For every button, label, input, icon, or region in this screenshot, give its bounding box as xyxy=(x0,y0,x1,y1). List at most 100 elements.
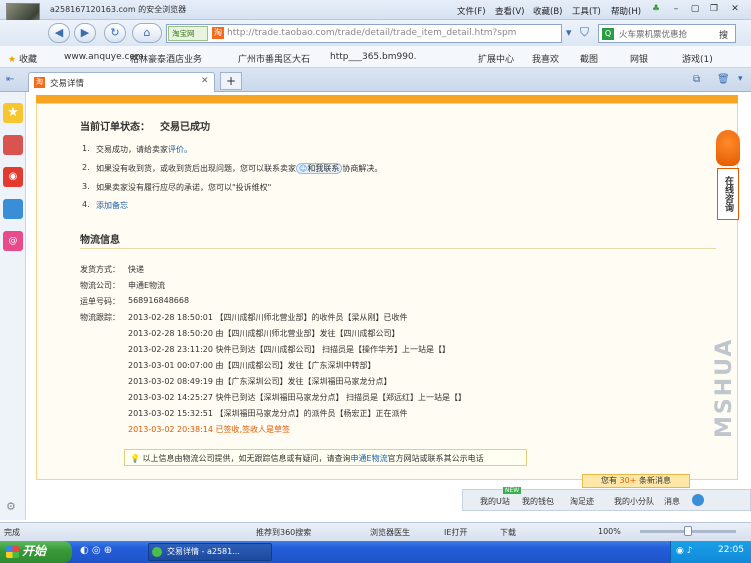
tracking-time: 2013-02-28 18:50:01 xyxy=(128,313,213,322)
add-memo-link[interactable]: 添加备忘 xyxy=(96,200,128,211)
notice-pre: 您有 xyxy=(601,476,617,485)
app-side-icon[interactable]: @ xyxy=(3,231,23,251)
close-icon[interactable]: ✕ xyxy=(727,3,743,17)
skin-icon[interactable]: ♣ xyxy=(648,3,664,17)
back-button[interactable]: ◀ xyxy=(48,23,70,43)
minimize-icon[interactable]: – xyxy=(668,3,684,17)
tracking-row: 2013-02-28 18:50:20 由【四川成都川师北营业部】发往【四川成都… xyxy=(128,328,400,339)
forward-button[interactable]: ▶ xyxy=(74,23,96,43)
tracking-row: 2013-03-02 08:49:19 由【广东深圳公司】发往【深圳福田马家龙分… xyxy=(128,376,392,387)
security-shield-icon[interactable]: ⛉ xyxy=(580,25,596,41)
tab-label: 交易详情 xyxy=(50,79,85,89)
step-2-tail: 协商解决。 xyxy=(342,164,383,173)
online-consult-label: 在线咨询 xyxy=(717,168,739,220)
trash-icon[interactable]: 🗑 xyxy=(717,74,730,85)
dropdown-icon[interactable]: ▾ xyxy=(566,26,580,40)
tracking-row: 2013-03-01 00:07:00 由【四川成都公司】发往【广东深圳中转部】 xyxy=(128,360,376,371)
recommend-360-button[interactable]: 推荐到360搜索 xyxy=(256,527,311,538)
restore-icon[interactable]: ❐ xyxy=(706,3,722,17)
likes-button[interactable]: 我喜欢 xyxy=(532,52,559,65)
messages-link[interactable]: 消息 xyxy=(664,496,680,507)
url-text[interactable]: http://trade.taobao.com/trade/detail/tra… xyxy=(227,28,557,38)
site-tag[interactable]: 淘宝网 xyxy=(168,26,208,41)
tab-order-detail[interactable]: 淘 交易详情 ✕ xyxy=(28,72,215,92)
home-icon: ⌂ xyxy=(143,26,151,39)
tracking-row: 2013-02-28 18:50:01 【四川成都川师北营业部】的收件员【梁从刚… xyxy=(128,312,408,323)
fav-link-4[interactable]: http___365.bm990. xyxy=(330,52,417,62)
new-messages-notice[interactable]: 您有 30+ 条新消息 xyxy=(582,474,690,488)
favorites-label[interactable]: ★ 收藏 xyxy=(8,52,37,65)
watermark: MSHUA xyxy=(712,337,737,438)
favorites-side-icon[interactable]: ★ xyxy=(3,103,23,123)
refresh-button[interactable]: ↻ xyxy=(104,23,126,43)
sto-express-link[interactable]: 申通E物流 xyxy=(351,454,388,463)
phone-side-icon[interactable] xyxy=(3,199,23,219)
quick-launch-icons[interactable]: ◐ ◎ ⊕ xyxy=(80,545,140,559)
browser-doctor-button[interactable]: 浏览器医生 xyxy=(370,527,410,538)
search-engine-icon[interactable]: Q xyxy=(602,28,614,40)
games-button[interactable]: 游戏(1) xyxy=(682,52,713,65)
zoom-level[interactable]: 100% xyxy=(598,527,621,536)
company-label: 物流公司： xyxy=(80,281,120,290)
menu-file[interactable]: 文件(F) xyxy=(457,5,486,17)
fav-link-3[interactable]: 广州市番禺区大石 xyxy=(238,52,310,65)
footprint-link[interactable]: 淘足迹 xyxy=(570,496,594,507)
logistics-heading: 物流信息 xyxy=(80,235,120,246)
tip-text: 以上信息由物流公司提供，如无跟踪信息或有疑问，请查询 xyxy=(142,454,351,463)
tab-menu-icon[interactable]: ▾ xyxy=(738,74,743,84)
my-squad-link[interactable]: 我的小分队 xyxy=(614,496,654,507)
tracking-label: 物流跟踪： xyxy=(80,313,120,322)
screenshot-button[interactable]: 截图 xyxy=(580,52,598,65)
forward-arrow-icon: ▶ xyxy=(80,26,90,39)
online-consult-widget[interactable]: 在线咨询 xyxy=(714,130,742,220)
tab-list-icon[interactable]: ⧉ xyxy=(693,74,700,85)
search-box[interactable]: Q 火车票机票优惠抢 搜 xyxy=(598,24,736,43)
settings-gear-icon[interactable]: ⚙ xyxy=(6,500,16,513)
globe-icon[interactable] xyxy=(692,494,704,506)
header-accent-strip xyxy=(36,95,738,103)
tracking-row: 2013-03-02 14:25:27 快件已到达【深圳福田马家龙分点】 扫描员… xyxy=(128,392,466,403)
tray-icons[interactable]: ◉ ♪ xyxy=(676,546,692,556)
refresh-icon: ↻ xyxy=(110,26,120,39)
contact-seller-badge[interactable]: ☺和我联系 xyxy=(296,163,343,174)
tracking-row: 2013-03-02 15:32:51 【深圳福田马家龙分点】的派件员【杨宏正】… xyxy=(128,408,408,419)
home-button[interactable]: ⌂ xyxy=(132,23,162,43)
zoom-slider-thumb[interactable] xyxy=(684,526,692,536)
tracking-row: 2013-02-28 23:11:20 快件已到达【四川成都公司】 扫描员是【操… xyxy=(128,344,450,355)
taskbar-window-button[interactable]: 交易详情 - a2581... xyxy=(148,543,272,561)
address-bar[interactable]: 淘宝网 淘 http://trade.taobao.com/trade/deta… xyxy=(166,24,562,43)
tracking-time: 2013-03-02 20:38:14 xyxy=(128,425,213,434)
tab-close-icon[interactable]: ✕ xyxy=(201,76,209,86)
my-ustation-link[interactable]: 我的U站 xyxy=(480,496,510,507)
menu-favorites[interactable]: 收藏(B) xyxy=(533,5,562,17)
ie-open-button[interactable]: IE打开 xyxy=(444,527,467,538)
maximize-icon[interactable]: ▢ xyxy=(687,3,703,17)
rate-seller-link[interactable]: 评价。 xyxy=(168,145,192,154)
tracking-text: 【四川成都川师北营业部】的收件员【梁从刚】已收件 xyxy=(215,313,408,322)
news-side-icon[interactable] xyxy=(3,135,23,155)
ebank-button[interactable]: 网银 xyxy=(630,52,648,65)
extensions-button[interactable]: 扩展中心 xyxy=(478,52,514,65)
tracking-text: 快件已到达【深圳福田马家龙分点】 扫描员是【郑远红】上一站是【】 xyxy=(215,393,467,402)
search-input[interactable]: 火车票机票优惠抢 xyxy=(619,28,687,40)
tracking-time: 2013-03-02 15:32:51 xyxy=(128,409,213,418)
menu-help[interactable]: 帮助(H) xyxy=(611,5,641,17)
step-2: 如果没有收到货，或收到货后出现问题，您可以联系卖家 ☺和我联系 协商解决。 xyxy=(96,163,382,174)
taskbar-window-label: 交易详情 - a2581... xyxy=(167,547,240,556)
sidebar-toggle-icon[interactable]: ⇤ xyxy=(6,74,14,85)
weibo-side-icon[interactable]: ◉ xyxy=(3,167,23,187)
divider xyxy=(80,248,716,249)
method-label: 发货方式： xyxy=(80,265,120,274)
download-button[interactable]: 下载 xyxy=(500,527,516,538)
new-tab-button[interactable]: + xyxy=(220,72,242,90)
notice-post: 条新消息 xyxy=(638,476,671,485)
left-sidebar xyxy=(0,92,26,520)
menu-view[interactable]: 查看(V) xyxy=(495,5,524,17)
tracking-text: 由【四川成都川师北营业部】发往【四川成都公司】 xyxy=(215,329,400,338)
fav-link-2[interactable]: 格林豪泰酒店业务 xyxy=(130,52,202,65)
search-button[interactable]: 搜 xyxy=(719,28,728,41)
my-wallet-link[interactable]: 我的钱包 xyxy=(522,496,554,507)
menu-tools[interactable]: 工具(T) xyxy=(572,5,601,17)
company-value: 申通E物流 xyxy=(128,281,166,290)
tracking-text: 【深圳福田马家龙分点】的派件员【杨宏正】正在派件 xyxy=(215,409,408,418)
